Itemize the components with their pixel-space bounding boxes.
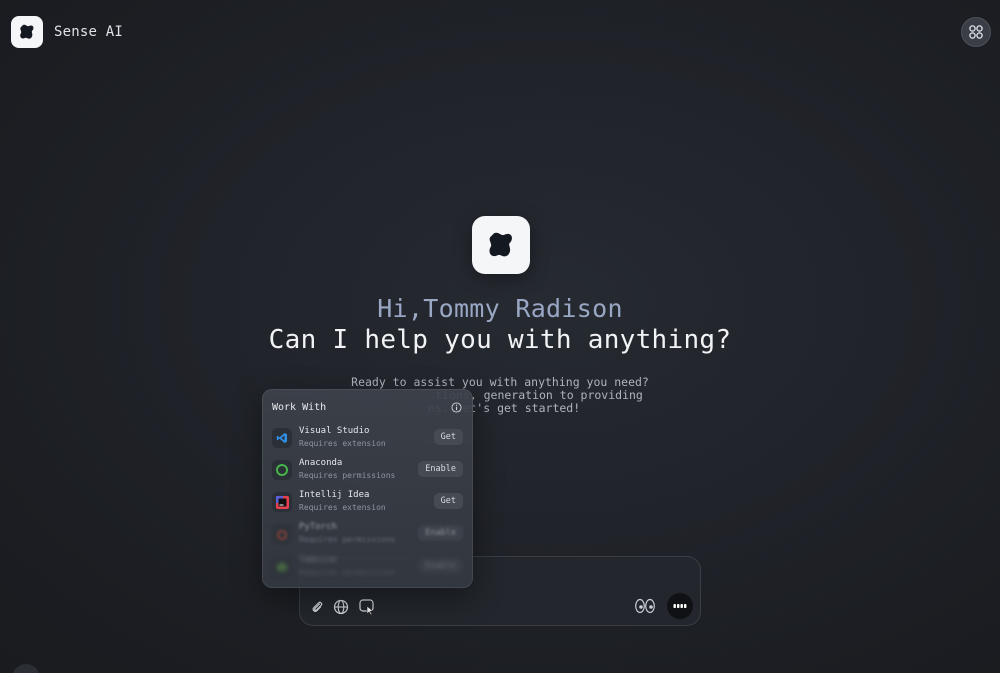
work-with-button[interactable] bbox=[357, 597, 377, 617]
attach-icon bbox=[312, 601, 323, 612]
item-sub: Requires extension bbox=[299, 439, 386, 448]
item-sub: Requires permissions bbox=[299, 471, 396, 480]
work-with-icon bbox=[359, 599, 374, 616]
pytorch-icon bbox=[272, 524, 292, 544]
item-name: Anaconda bbox=[299, 458, 343, 468]
enable-button[interactable]: Enable bbox=[418, 525, 463, 541]
item-name: Tabnine bbox=[299, 555, 337, 565]
web-search-button[interactable] bbox=[331, 597, 351, 617]
anaconda-icon bbox=[272, 460, 292, 480]
item-sub: Requires extension bbox=[299, 503, 386, 512]
get-button[interactable]: Get bbox=[433, 429, 463, 445]
greeting: Hi,Tommy Radison bbox=[377, 294, 623, 323]
item-sub: Requires permissions bbox=[299, 535, 396, 544]
item-name: Intellij Idea bbox=[299, 490, 370, 500]
apps-grid-button[interactable] bbox=[961, 17, 991, 47]
item-name: Visual Studio bbox=[299, 426, 370, 436]
get-button[interactable]: Get bbox=[433, 493, 463, 509]
list-item[interactable]: Intellij Idea Requires extension Get bbox=[272, 488, 463, 516]
headline: Can I help you with anything? bbox=[268, 325, 732, 355]
hero-logo bbox=[472, 216, 530, 274]
brand[interactable]: Sense AI bbox=[11, 16, 123, 48]
tabnine-icon bbox=[272, 557, 292, 577]
voice-button[interactable] bbox=[633, 596, 657, 616]
list-item[interactable]: Anaconda Requires permissions Enable bbox=[272, 456, 463, 484]
item-sub: Requires permissions bbox=[299, 568, 396, 577]
sense-logo-icon bbox=[489, 232, 512, 257]
list-item[interactable]: Visual Studio Requires extension Get bbox=[272, 424, 463, 452]
app-name: Sense AI bbox=[54, 24, 124, 40]
apps-grid-icon bbox=[969, 25, 983, 39]
corner-button[interactable] bbox=[12, 664, 40, 673]
info-icon[interactable] bbox=[451, 402, 462, 413]
enable-button[interactable]: Enable bbox=[418, 558, 463, 574]
send-dots-icon bbox=[673, 604, 687, 608]
enable-button[interactable]: Enable bbox=[418, 461, 463, 477]
voice-eyes-icon bbox=[635, 598, 655, 614]
attach-button[interactable] bbox=[307, 597, 327, 617]
intellij-icon bbox=[272, 492, 292, 512]
list-item[interactable]: Tabnine Requires permissions Enable bbox=[272, 553, 463, 581]
send-button[interactable] bbox=[667, 593, 693, 619]
list-item[interactable]: PyTorch Requires permissions Enable bbox=[272, 520, 463, 548]
item-name: PyTorch bbox=[299, 522, 337, 532]
work-with-popup: Work With Visual Studio Requires extensi… bbox=[262, 389, 473, 588]
popup-title: Work With bbox=[272, 402, 327, 413]
globe-icon bbox=[333, 599, 349, 615]
visual-studio-icon bbox=[272, 428, 292, 448]
sense-logo-icon bbox=[11, 16, 43, 48]
